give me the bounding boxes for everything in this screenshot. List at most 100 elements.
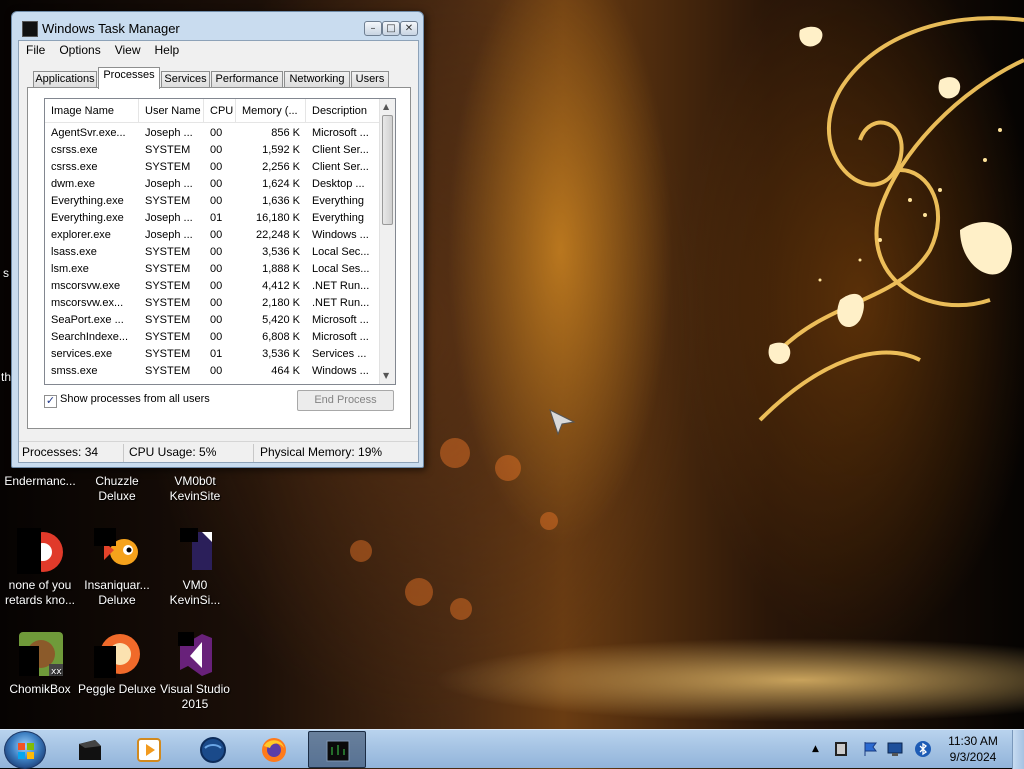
action-center-flag-icon[interactable] bbox=[862, 740, 880, 758]
table-row[interactable]: lsass.exe SYSTEM 00 3,536 K Local Sec... bbox=[45, 244, 381, 261]
table-row[interactable]: explorer.exe Joseph ... 00 22,248 K Windows … bbox=[45, 227, 381, 244]
cell-image-name: csrss.exe bbox=[51, 161, 98, 173]
firefox-icon bbox=[262, 738, 286, 762]
menu-help[interactable]: Help bbox=[148, 41, 187, 57]
scroll-thumb[interactable] bbox=[382, 115, 393, 225]
task-manager-window[interactable]: Windows Task Manager – □ ✕ File Options Vi… bbox=[11, 11, 424, 468]
cell-description: Local Sec... bbox=[312, 246, 370, 258]
cell-image-name: Everything.exe bbox=[51, 212, 124, 224]
bluetooth-icon[interactable] bbox=[914, 740, 932, 758]
checkbox-label: Show processes from all users bbox=[60, 393, 210, 405]
show-all-processes-checkbox[interactable]: ✓ Show processes from all users bbox=[44, 393, 210, 408]
menu-bar: File Options View Help bbox=[19, 41, 418, 61]
desktop-icon-chuzzle[interactable]: Chuzzle Deluxe bbox=[77, 474, 157, 504]
table-row[interactable]: smss.exe SYSTEM 00 464 K Windows ... bbox=[45, 363, 381, 380]
column-image-name[interactable]: Image Name ▲ bbox=[45, 99, 139, 123]
cell-user-name: SYSTEM bbox=[145, 195, 191, 207]
process-list[interactable]: Image Name ▲ User Name CPU Memory (... De… bbox=[44, 98, 396, 385]
cell-description: Microsoft ... bbox=[312, 331, 369, 343]
column-cpu[interactable]: CPU bbox=[204, 99, 236, 123]
taskbar-item-browser[interactable] bbox=[184, 731, 242, 768]
bokeh-light bbox=[450, 598, 472, 620]
scroll-up-icon[interactable]: ▲ bbox=[383, 102, 389, 111]
tab-applications[interactable]: Applications bbox=[33, 71, 97, 88]
cell-user-name: SYSTEM bbox=[145, 297, 191, 309]
tab-services[interactable]: Services bbox=[161, 71, 210, 88]
table-row[interactable]: mscorsvw.exe SYSTEM 00 4,412 K .NET Run... bbox=[45, 278, 381, 295]
cell-user-name: SYSTEM bbox=[145, 314, 191, 326]
table-row[interactable]: SearchIndexe... SYSTEM 00 6,808 K Microsoft … bbox=[45, 329, 381, 346]
cell-user-name: Joseph ... bbox=[145, 127, 193, 139]
show-hidden-icons-icon[interactable]: ▲ bbox=[812, 742, 822, 756]
network-icon[interactable] bbox=[886, 740, 904, 758]
bokeh-light bbox=[405, 578, 433, 606]
tray-app-icon[interactable] bbox=[832, 740, 850, 758]
tab-networking[interactable]: Networking bbox=[284, 71, 350, 88]
cell-memory: 1,624 K bbox=[262, 178, 300, 190]
cell-memory: 1,636 K bbox=[262, 195, 300, 207]
cell-cpu: 00 bbox=[210, 297, 223, 309]
table-row[interactable]: Everything.exe Joseph ... 01 16,180 K Everyt… bbox=[45, 210, 381, 227]
tab-processes[interactable]: Processes bbox=[98, 67, 160, 89]
desktop-icon-chomikbox[interactable]: xx ChomikBox bbox=[0, 632, 80, 697]
start-button[interactable] bbox=[4, 731, 46, 769]
cell-memory: 464 K bbox=[271, 365, 300, 377]
desktop-icon-peggle[interactable]: Peggle Deluxe bbox=[77, 632, 157, 697]
desktop-icon-endermanch[interactable]: Endermanc... bbox=[0, 474, 80, 489]
cell-description: Windows ... bbox=[312, 365, 369, 377]
taskbar-item-media-player[interactable] bbox=[120, 731, 178, 768]
cell-cpu: 00 bbox=[210, 365, 223, 377]
table-row[interactable]: csrss.exe SYSTEM 00 1,592 K Client Ser... bbox=[45, 142, 381, 159]
window-body: File Options View Help Applications Process… bbox=[18, 40, 419, 463]
column-description[interactable]: Description bbox=[306, 99, 381, 123]
show-desktop-button[interactable] bbox=[1012, 730, 1024, 769]
table-row[interactable]: dwm.exe Joseph ... 00 1,624 K Desktop ... bbox=[45, 176, 381, 193]
tab-users[interactable]: Users bbox=[351, 71, 389, 88]
scroll-down-icon[interactable]: ▼ bbox=[383, 371, 389, 380]
minimize-button[interactable]: – bbox=[364, 21, 382, 36]
menu-options[interactable]: Options bbox=[52, 41, 107, 57]
taskbar-item-task-manager[interactable] bbox=[308, 731, 366, 768]
desktop-icon-label: Peggle Deluxe bbox=[77, 682, 157, 696]
cell-user-name: SYSTEM bbox=[145, 348, 191, 360]
desktop-icon-vm0b0t[interactable]: VM0b0t KevinSite bbox=[155, 474, 235, 504]
desktop-icon-none-of-you[interactable]: none of you retards kno... bbox=[0, 528, 80, 608]
table-row[interactable]: AgentSvr.exe... Joseph ... 00 856 K Microsof… bbox=[45, 125, 381, 142]
bokeh-light bbox=[350, 540, 372, 562]
bokeh-light bbox=[540, 512, 558, 530]
desktop-icon-vm0-kevinsite[interactable]: VM0 KevinSi... bbox=[155, 528, 235, 608]
cell-cpu: 00 bbox=[210, 161, 223, 173]
media-app-icon bbox=[79, 740, 101, 760]
status-processes: Processes: 34 bbox=[22, 445, 99, 459]
end-process-button[interactable]: End Process bbox=[297, 390, 394, 411]
column-memory[interactable]: Memory (... bbox=[236, 99, 306, 123]
taskbar-item-media-app[interactable] bbox=[60, 731, 118, 768]
processes-panel: Image Name ▲ User Name CPU Memory (... De… bbox=[27, 87, 411, 429]
menu-file[interactable]: File bbox=[19, 41, 52, 57]
table-row[interactable]: Everything.exe SYSTEM 00 1,636 K Everything bbox=[45, 193, 381, 210]
checkmark-icon[interactable]: ✓ bbox=[44, 395, 57, 408]
taskbar-item-firefox[interactable] bbox=[245, 731, 303, 768]
table-row[interactable]: SeaPort.exe ... SYSTEM 00 5,420 K Microsoft … bbox=[45, 312, 381, 329]
tab-performance[interactable]: Performance bbox=[211, 71, 283, 88]
table-row[interactable]: lsm.exe SYSTEM 00 1,888 K Local Ses... bbox=[45, 261, 381, 278]
column-user-name[interactable]: User Name bbox=[139, 99, 204, 123]
desktop-icon-visual-studio[interactable]: Visual Studio 2015 bbox=[155, 632, 235, 712]
table-row[interactable]: services.exe SYSTEM 01 3,536 K Services ... bbox=[45, 346, 381, 363]
title-bar[interactable]: Windows Task Manager – □ ✕ bbox=[12, 12, 423, 40]
maximize-button[interactable]: □ bbox=[382, 21, 400, 36]
close-button[interactable]: ✕ bbox=[400, 21, 418, 36]
table-row[interactable]: csrss.exe SYSTEM 00 2,256 K Client Ser... bbox=[45, 159, 381, 176]
desktop-edge-text: th bbox=[1, 370, 12, 384]
menu-view[interactable]: View bbox=[108, 41, 148, 57]
system-clock[interactable]: 11:30 AM 9/3/2024 bbox=[940, 733, 1006, 765]
table-row[interactable]: mscorsvw.ex... SYSTEM 00 2,180 K .NET Run... bbox=[45, 295, 381, 312]
desktop-icon-insaniquarium[interactable]: Insaniquar... Deluxe bbox=[77, 528, 157, 608]
cell-user-name: SYSTEM bbox=[145, 263, 191, 275]
cell-description: Local Ses... bbox=[312, 263, 370, 275]
cell-description: Everything bbox=[312, 195, 364, 207]
cell-image-name: SearchIndexe... bbox=[51, 331, 129, 343]
cell-cpu: 00 bbox=[210, 263, 223, 275]
cell-memory: 3,536 K bbox=[262, 246, 300, 258]
vertical-scrollbar[interactable]: ▲ ▼ bbox=[379, 99, 395, 384]
